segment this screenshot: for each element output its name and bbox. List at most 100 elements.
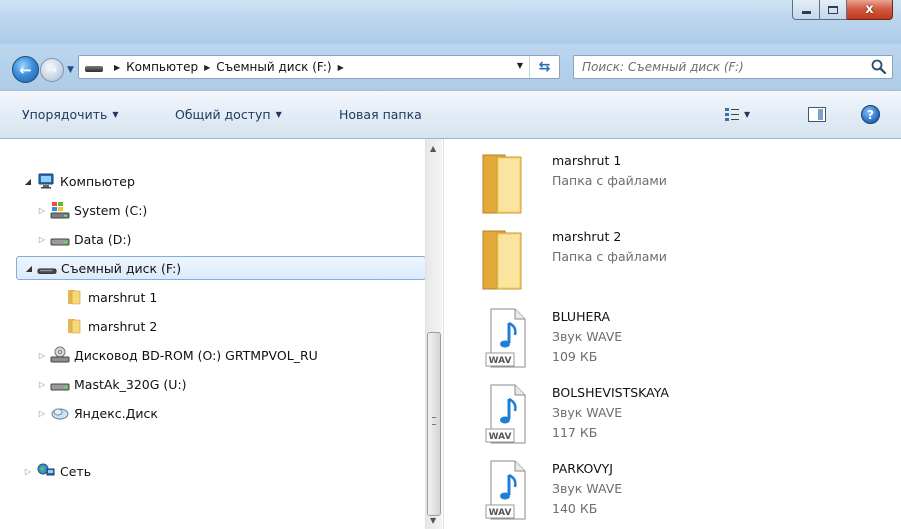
hard-drive-icon: [50, 230, 70, 248]
file-size: 109 КБ: [552, 349, 598, 364]
new-folder-button[interactable]: Новая папка: [339, 107, 422, 122]
wav-file-icon: WAV: [485, 460, 526, 520]
file-name: marshrut 1: [552, 153, 622, 168]
file-name: BOLSHEVISTSKAYA: [552, 385, 669, 400]
scroll-down-icon[interactable]: ▼: [430, 516, 436, 525]
tree-item-mastak-u[interactable]: ▷ MastAk_320G (U:): [36, 372, 187, 396]
network-icon: [36, 462, 56, 480]
tree-label: Яндекс.Диск: [74, 405, 158, 421]
collapse-arrow-icon[interactable]: ◢: [23, 264, 35, 273]
navigation-pane: ◢ Компьютер ▷ System (C:) ▷ Data (D:) ◢ …: [0, 139, 444, 529]
drive-icon: [85, 66, 103, 72]
back-button[interactable]: ←: [12, 56, 39, 83]
search-input[interactable]: [582, 60, 862, 74]
breadcrumb-separator-icon[interactable]: ▶: [114, 63, 120, 72]
breadcrumb-separator-icon[interactable]: ▶: [204, 63, 210, 72]
tree-label: Сеть: [60, 463, 92, 479]
close-button[interactable]: x: [847, 0, 893, 20]
change-view-icon[interactable]: [724, 106, 740, 122]
refresh-icon: ⇆: [538, 59, 551, 75]
collapse-arrow-icon[interactable]: ◢: [22, 177, 34, 186]
computer-icon: [36, 172, 56, 190]
removable-drive-icon: [37, 259, 57, 277]
share-button[interactable]: Общий доступ ▼: [175, 107, 282, 122]
list-item-wav-file[interactable]: WAV PARKOVYJ Звук WAVE 140 КБ: [475, 455, 875, 525]
file-name: PARKOVYJ: [552, 461, 613, 476]
tree-item-marshrut-2[interactable]: marshrut 2: [64, 314, 157, 338]
navigation-bar: ← → ▼ ▶ Компьютер ▶ Съемный диск (F:) ▶ …: [0, 44, 901, 90]
file-name: marshrut 2: [552, 229, 622, 244]
window-controls: x: [792, 0, 893, 22]
chevron-down-icon: ▼: [275, 110, 282, 119]
folder-icon: [482, 154, 522, 214]
optical-drive-icon: [50, 346, 70, 364]
list-item-wav-file[interactable]: WAV BOLSHEVISTSKAYA Звук WAVE 117 КБ: [475, 379, 875, 449]
tree-item-bd-rom[interactable]: ▷ Дисковод BD-ROM (O:) GRTMPVOL_RU: [36, 343, 318, 367]
navigation-scrollbar[interactable]: ▲ ▼: [425, 139, 442, 529]
list-item-wav-file[interactable]: WAV BLUHERA Звук WAVE 109 КБ: [475, 303, 875, 373]
help-icon[interactable]: ?: [861, 105, 880, 124]
scrollbar-thumb[interactable]: [427, 332, 441, 516]
tree-item-yandex-disk[interactable]: ▷ Яндекс.Диск: [36, 401, 158, 425]
maximize-button[interactable]: [820, 0, 847, 20]
breadcrumb-computer[interactable]: Компьютер: [126, 60, 198, 74]
tree-item-network[interactable]: ▷ Сеть: [22, 459, 91, 483]
chevron-down-icon: ▼: [112, 110, 119, 119]
breadcrumb-separator-icon[interactable]: ▶: [338, 63, 344, 72]
address-dropdown-icon[interactable]: ▼: [517, 61, 523, 70]
scroll-up-icon[interactable]: ▲: [430, 144, 436, 153]
title-bar: x: [0, 0, 901, 44]
organize-label: Упорядочить: [22, 107, 108, 122]
tree-item-removable-f[interactable]: ◢ Съемный диск (F:): [16, 256, 426, 280]
wav-file-icon: WAV: [485, 384, 526, 444]
file-type: Звук WAVE: [552, 405, 623, 420]
tree-item-computer[interactable]: ◢ Компьютер: [22, 169, 135, 193]
tree-label: System (C:): [74, 202, 148, 218]
minimize-icon: [801, 11, 811, 14]
file-type: Папка с файлами: [552, 249, 667, 264]
expand-arrow-icon[interactable]: ▷: [36, 351, 48, 360]
tree-item-system-c[interactable]: ▷ System (C:): [36, 198, 147, 222]
expand-arrow-icon[interactable]: ▷: [22, 467, 34, 476]
file-name: BLUHERA: [552, 309, 611, 324]
search-box[interactable]: [573, 55, 893, 79]
wav-label: WAV: [489, 508, 512, 518]
search-icon[interactable]: [870, 58, 888, 76]
cloud-drive-icon: [50, 404, 70, 422]
history-dropdown[interactable]: ▼: [67, 65, 74, 75]
file-type: Звук WAVE: [552, 329, 623, 344]
tree-label: marshrut 2: [88, 318, 158, 334]
tree-item-data-d[interactable]: ▷ Data (D:): [36, 227, 132, 251]
share-label: Общий доступ: [175, 107, 271, 122]
expand-arrow-icon[interactable]: ▷: [36, 409, 48, 418]
tree-label: Съемный диск (F:): [61, 260, 182, 276]
minimize-button[interactable]: [792, 0, 820, 20]
list-item-folder[interactable]: marshrut 1 Папка с файлами: [475, 147, 875, 217]
address-bar[interactable]: ▶ Компьютер ▶ Съемный диск (F:) ▶ ▼ ⇆: [78, 55, 560, 79]
file-type: Звук WAVE: [552, 481, 623, 496]
file-size: 140 КБ: [552, 501, 598, 516]
tree-label: Компьютер: [60, 173, 135, 189]
refresh-button[interactable]: ⇆: [529, 56, 559, 78]
folder-icon: [482, 230, 522, 290]
expand-arrow-icon[interactable]: ▷: [36, 380, 48, 389]
close-icon: x: [865, 2, 874, 17]
wav-label: WAV: [489, 432, 512, 442]
view-options-dropdown[interactable]: ▼: [744, 110, 750, 119]
list-item-folder[interactable]: marshrut 2 Папка с файлами: [475, 223, 875, 293]
arrow-right-icon: →: [46, 62, 58, 78]
organize-button[interactable]: Упорядочить ▼: [22, 107, 119, 122]
folder-icon: [64, 288, 84, 306]
forward-button[interactable]: →: [40, 58, 64, 82]
wav-label: WAV: [489, 356, 512, 366]
tree-label: Data (D:): [74, 231, 132, 247]
arrow-left-icon: ←: [19, 60, 32, 79]
preview-pane-icon[interactable]: [808, 107, 826, 122]
breadcrumb-removable-drive[interactable]: Съемный диск (F:): [216, 60, 331, 74]
tree-item-marshrut-1[interactable]: marshrut 1: [64, 285, 157, 309]
hard-drive-icon: [50, 375, 70, 393]
file-size: 117 КБ: [552, 425, 598, 440]
expand-arrow-icon[interactable]: ▷: [36, 206, 48, 215]
expand-arrow-icon[interactable]: ▷: [36, 235, 48, 244]
command-bar: Упорядочить ▼ Общий доступ ▼ Новая папка ▼…: [0, 90, 901, 139]
